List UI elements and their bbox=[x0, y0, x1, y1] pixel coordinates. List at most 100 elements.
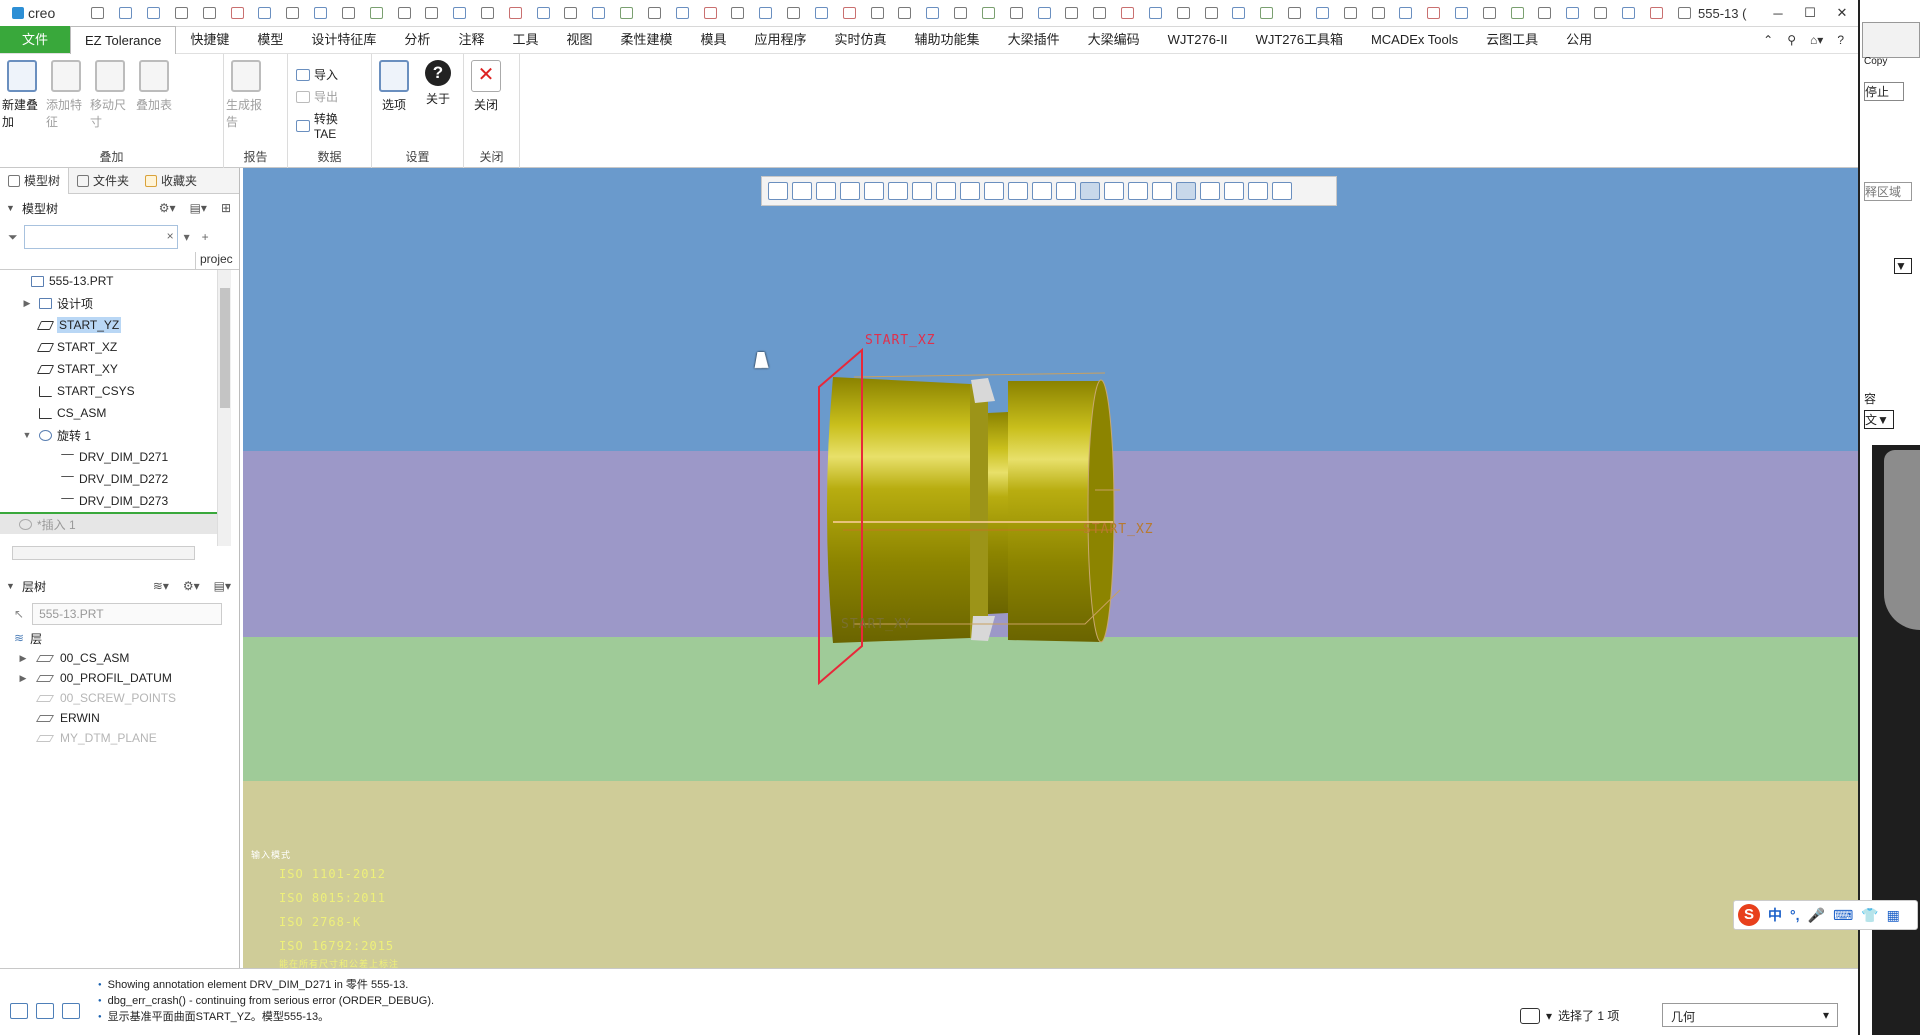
quick-access-tool-icon[interactable] bbox=[1674, 5, 1694, 21]
quick-access-tool-icon[interactable] bbox=[394, 5, 414, 21]
quick-access-tool-icon[interactable] bbox=[1368, 5, 1388, 21]
tab-favorites[interactable]: 收藏夹 bbox=[137, 168, 205, 194]
view-tool-icon[interactable] bbox=[912, 182, 932, 200]
part-body[interactable] bbox=[827, 372, 1121, 643]
quick-access-tool-icon[interactable] bbox=[1062, 5, 1082, 21]
ime-toolbar[interactable]: S 中 °, 🎤 ⌨ 👕 ▦ bbox=[1733, 900, 1918, 930]
view-tool-icon[interactable] bbox=[1056, 182, 1076, 200]
quick-access-tool-icon[interactable] bbox=[1619, 5, 1639, 21]
tree-node[interactable]: START_YZ bbox=[0, 314, 239, 336]
tree-search-input[interactable]: × bbox=[23, 225, 178, 249]
quick-access-tool-icon[interactable] bbox=[1452, 5, 1472, 21]
quick-access-tool-icon[interactable] bbox=[478, 5, 498, 21]
menu-tab-16[interactable]: WJT276-II bbox=[1154, 26, 1242, 53]
quick-access-tool-icon[interactable] bbox=[144, 5, 164, 21]
menu-tab-11[interactable]: 应用程序 bbox=[741, 26, 821, 53]
quick-access-tool-icon[interactable] bbox=[1229, 5, 1249, 21]
menu-tab-7[interactable]: 工具 bbox=[498, 26, 552, 53]
quick-access-tool-icon[interactable] bbox=[645, 5, 665, 21]
fullscreen-icon[interactable] bbox=[62, 1003, 80, 1019]
ribbon-small-button[interactable]: 转换 TAE bbox=[296, 110, 363, 141]
expander-icon[interactable]: ▶ bbox=[14, 673, 32, 684]
selection-filter-dropdown[interactable]: 几何 ▾ bbox=[1662, 1003, 1838, 1027]
ime-language-toggle[interactable]: 中 bbox=[1768, 905, 1782, 925]
quick-access-tool-icon[interactable] bbox=[1034, 5, 1054, 21]
binoculars-icon[interactable] bbox=[1520, 1007, 1540, 1024]
collapse-icon[interactable]: ▼ bbox=[6, 581, 16, 591]
menu-tab-0[interactable]: 文件 bbox=[0, 26, 71, 53]
layer-model-dropdown[interactable]: 555-13.PRT bbox=[32, 603, 223, 625]
menu-tab-18[interactable]: MCADEx Tools bbox=[1357, 26, 1472, 53]
quick-access-tool-icon[interactable] bbox=[617, 5, 637, 21]
quick-access-tool-icon[interactable] bbox=[867, 5, 887, 21]
show-dropdown-icon[interactable]: ▤▾ bbox=[214, 579, 231, 593]
layers-dropdown-icon[interactable]: ≋▾ bbox=[153, 579, 169, 593]
tree-node[interactable]: 555-13.PRT bbox=[0, 270, 239, 292]
settings-dropdown-icon[interactable]: ⚙▾ bbox=[159, 201, 176, 215]
layer-item[interactable]: 00_SCREW_POINTS bbox=[0, 688, 239, 708]
quick-access-tool-icon[interactable] bbox=[255, 5, 275, 21]
quick-access-tool-icon[interactable] bbox=[700, 5, 720, 21]
ribbon-button[interactable]: 新建叠加 bbox=[2, 60, 42, 146]
layer-root[interactable]: ≋ 层 bbox=[0, 628, 239, 648]
view-tool-icon[interactable] bbox=[792, 182, 812, 200]
quick-access-tool-icon[interactable] bbox=[728, 5, 748, 21]
quick-access-tool-icon[interactable] bbox=[1591, 5, 1611, 21]
quick-access-tool-icon[interactable] bbox=[311, 5, 331, 21]
view-tool-icon[interactable] bbox=[1176, 182, 1196, 200]
layer-item[interactable]: ▶ 00_PROFIL_DATUM bbox=[0, 668, 239, 688]
menu-tab-12[interactable]: 实时仿真 bbox=[821, 26, 901, 53]
menu-right-icon[interactable]: ⌂▾ bbox=[1810, 33, 1823, 47]
maximize-button[interactable]: ☐ bbox=[1794, 5, 1826, 21]
graphics-viewport[interactable]: START_XZ START_XZ START_XY 输入模式 ISO 1101… bbox=[243, 168, 1858, 968]
quick-access-tool-icon[interactable] bbox=[199, 5, 219, 21]
quick-access-tool-icon[interactable] bbox=[1507, 5, 1527, 21]
insert-here-marker[interactable]: *插入 1 bbox=[0, 512, 217, 534]
menu-tab-9[interactable]: 柔性建模 bbox=[606, 26, 686, 53]
view-tool-icon[interactable] bbox=[864, 182, 884, 200]
menu-tab-5[interactable]: 分析 bbox=[390, 26, 444, 53]
scroll-thumb[interactable] bbox=[220, 288, 230, 408]
tree-filter-icon[interactable]: ⊞ bbox=[221, 201, 231, 215]
menu-tab-6[interactable]: 注释 bbox=[444, 26, 498, 53]
view-tool-icon[interactable] bbox=[1272, 182, 1292, 200]
tree-node[interactable]: CS_ASM bbox=[0, 402, 239, 424]
quick-access-tool-icon[interactable] bbox=[756, 5, 776, 21]
menu-right-icon[interactable]: ⚲ bbox=[1787, 33, 1796, 47]
quick-access-tool-icon[interactable] bbox=[338, 5, 358, 21]
collapse-icon[interactable]: ▼ bbox=[6, 203, 16, 213]
tree-vertical-scrollbar[interactable] bbox=[217, 270, 231, 546]
tree-node[interactable]: DRV_DIM_D272 bbox=[0, 468, 239, 490]
quick-access-tool-icon[interactable] bbox=[561, 5, 581, 21]
menu-tab-10[interactable]: 模具 bbox=[687, 26, 741, 53]
browser-toggle-icon[interactable] bbox=[36, 1003, 54, 1019]
stop-button[interactable]: 停止 bbox=[1864, 82, 1904, 101]
close-window-button[interactable]: ✕ bbox=[1826, 5, 1858, 21]
quick-access-tool-icon[interactable] bbox=[589, 5, 609, 21]
settings-dropdown-icon[interactable]: ⚙▾ bbox=[183, 579, 200, 593]
quick-access-tool-icon[interactable] bbox=[1090, 5, 1110, 21]
menu-tab-4[interactable]: 设计特征库 bbox=[297, 26, 390, 53]
sogou-logo[interactable]: S bbox=[1738, 904, 1760, 926]
menu-tab-2[interactable]: 快捷键 bbox=[176, 26, 243, 53]
tree-node[interactable]: DRV_DIM_D273 bbox=[0, 490, 239, 512]
tree-node[interactable]: DRV_DIM_D271 bbox=[0, 446, 239, 468]
menu-right-icon[interactable]: ? bbox=[1837, 33, 1844, 47]
menu-tab-15[interactable]: 大梁编码 bbox=[1074, 26, 1154, 53]
tree-node[interactable]: ▼ 旋转 1 bbox=[0, 424, 239, 446]
quick-access-tool-icon[interactable] bbox=[1145, 5, 1165, 21]
quick-access-tool-icon[interactable] bbox=[283, 5, 303, 21]
menu-tab-20[interactable]: 公用 bbox=[1552, 26, 1606, 53]
quick-access-tool-icon[interactable] bbox=[951, 5, 971, 21]
quick-access-tool-icon[interactable] bbox=[1312, 5, 1332, 21]
quick-access-tool-icon[interactable] bbox=[1424, 5, 1444, 21]
quick-access-tool-icon[interactable] bbox=[672, 5, 692, 21]
view-tool-icon[interactable] bbox=[768, 182, 788, 200]
add-column-icon[interactable]: + bbox=[202, 230, 209, 244]
show-dropdown-icon[interactable]: ▤▾ bbox=[190, 201, 207, 215]
menu-right-icon[interactable]: ⌃ bbox=[1763, 33, 1773, 47]
ribbon-button[interactable]: ✕ 关闭 bbox=[466, 60, 506, 146]
tree-node[interactable]: ▶ 设计项 bbox=[0, 292, 239, 314]
quick-access-tool-icon[interactable] bbox=[366, 5, 386, 21]
tree-node[interactable]: START_XZ bbox=[0, 336, 239, 358]
